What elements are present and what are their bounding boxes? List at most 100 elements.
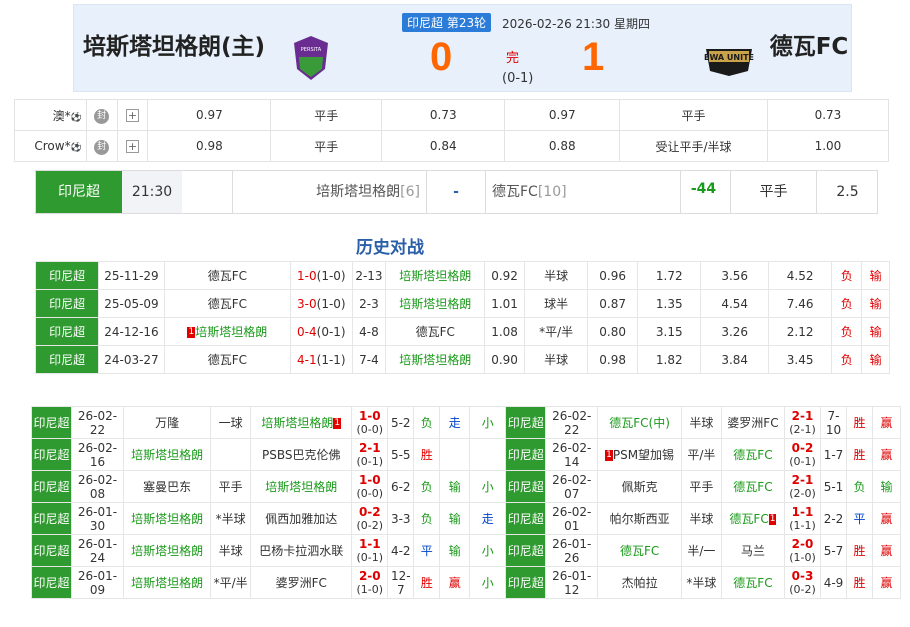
plus-icon[interactable]: + — [125, 109, 139, 122]
h2h-score[interactable]: 4-1(1-1) — [290, 345, 353, 374]
away-recent-score[interactable]: 2-1 (2-1) — [784, 406, 821, 439]
h2h-score[interactable]: 3-0(1-0) — [290, 289, 353, 318]
h2h-away[interactable]: 培斯塔坦格朗 — [385, 345, 486, 374]
h2h-home[interactable]: 德瓦FC — [163, 289, 292, 318]
h2h-away[interactable]: 培斯塔坦格朗 — [385, 261, 486, 290]
away-recent-score[interactable]: 2-1 (2-0) — [784, 470, 821, 503]
away-recent-away[interactable]: 婆罗洲FC — [720, 406, 786, 439]
home-recent-score[interactable]: 1-0 (0-0) — [351, 406, 389, 439]
league-round-badge[interactable]: 印尼超 第23轮 — [402, 13, 492, 32]
home-recent-home[interactable]: 万隆 — [122, 406, 212, 439]
home-recent-pan: 输 — [439, 534, 471, 567]
away-recent-away[interactable]: 德瓦FC1 — [720, 502, 786, 535]
team-name: 培斯塔坦格朗 — [265, 480, 338, 494]
away-recent-home[interactable]: 德瓦FC(中) — [597, 406, 682, 439]
home-recent-home[interactable]: 培斯塔坦格朗 — [122, 438, 212, 471]
team-name: 马兰 — [740, 544, 765, 558]
away-recent-pan: 赢 — [872, 406, 901, 439]
h2h-league[interactable]: 印尼超 — [34, 289, 100, 318]
home-recent-corner: 5-2 — [387, 406, 415, 439]
away-recent-away[interactable]: 德瓦FC — [720, 470, 786, 503]
home-recent-league[interactable]: 印尼超 — [31, 470, 72, 503]
home-recent-away[interactable]: 培斯塔坦格朗 — [250, 470, 353, 503]
away-recent-home[interactable]: 德瓦FC — [597, 534, 682, 567]
home-recent-away[interactable]: 巴杨卡拉泗水联 — [250, 534, 353, 567]
home-recent-home[interactable]: 培斯塔坦格朗 — [122, 502, 212, 535]
home-recent-pan: 走 — [439, 406, 471, 439]
home-recent-away[interactable]: 婆罗洲FC — [250, 566, 353, 599]
h2h-league[interactable]: 印尼超 — [34, 261, 100, 290]
away-recent-score[interactable]: 1-1 (1-1) — [784, 502, 821, 535]
odds-company[interactable]: Crow*⚽ — [14, 130, 87, 162]
bar-away[interactable]: 德瓦FC[10] — [486, 171, 680, 213]
home-recent-score[interactable]: 2-1 (0-1) — [351, 438, 389, 471]
home-recent-home[interactable]: 培斯塔坦格朗 — [122, 566, 212, 599]
away-recent-handicap: 平手 — [680, 470, 722, 503]
h2h-euro1: 1.35 — [636, 289, 702, 318]
h2h-overunder: 输 — [861, 345, 890, 374]
home-recent-league[interactable]: 印尼超 — [31, 534, 72, 567]
home-recent-handicap: 一球 — [210, 406, 252, 439]
home-recent-home[interactable]: 塞曼巴东 — [122, 470, 212, 503]
away-recent-score[interactable]: 2-0 (1-0) — [784, 534, 821, 567]
home-recent-score[interactable]: 1-1 (0-1) — [351, 534, 389, 567]
closed-icon-cell: 封 — [85, 99, 118, 131]
h2h-odds2: 0.87 — [587, 289, 638, 318]
away-recent-score[interactable]: 0-3 (0-2) — [784, 566, 821, 599]
away-recent-away[interactable]: 马兰 — [720, 534, 786, 567]
home-recent-league[interactable]: 印尼超 — [31, 438, 72, 471]
away-recent-corner: 5-1 — [820, 470, 847, 503]
home-recent-league[interactable]: 印尼超 — [31, 566, 72, 599]
home-recent-pan: 输 — [439, 470, 471, 503]
away-recent-home[interactable]: 杰帕拉 — [597, 566, 682, 599]
away-recent-date: 26-02-14 — [545, 438, 599, 471]
home-recent-home[interactable]: 培斯塔坦格朗 — [122, 534, 212, 567]
h2h-home[interactable]: 1培斯塔坦格朗 — [163, 317, 292, 346]
away-team-name[interactable]: 德瓦FC — [764, 27, 854, 61]
home-recent-league[interactable]: 印尼超 — [31, 502, 72, 535]
home-recent-corner: 12-7 — [387, 566, 415, 599]
bar-home[interactable]: 培斯塔坦格朗[6] — [232, 171, 426, 213]
home-team-name[interactable]: 培斯塔坦格朗(主) — [74, 27, 274, 61]
expand-cell[interactable]: + — [116, 130, 149, 162]
home-recent-away[interactable]: 佩西加雅加达 — [250, 502, 353, 535]
odds-company[interactable]: 澳*⚽ — [14, 99, 87, 131]
half-score: (0-1) — [356, 550, 384, 564]
h2h-away[interactable]: 培斯塔坦格朗 — [385, 289, 486, 318]
away-recent-away[interactable]: 德瓦FC — [720, 566, 786, 599]
home-recent-away[interactable]: PSBS巴克伦佛 — [250, 438, 353, 471]
home-recent-away[interactable]: 培斯塔坦格朗1 — [250, 406, 353, 439]
h2h-euro2: 3.56 — [700, 261, 769, 290]
h2h-score[interactable]: 1-0(1-0) — [290, 261, 353, 290]
h2h-home[interactable]: 德瓦FC — [163, 261, 292, 290]
home-recent-league[interactable]: 印尼超 — [31, 406, 72, 439]
away-recent-home[interactable]: 1PSM望加锡 — [597, 438, 682, 471]
away-recent-score[interactable]: 0-2 (0-1) — [784, 438, 821, 471]
h2h-league[interactable]: 印尼超 — [34, 345, 100, 374]
away-recent-league[interactable]: 印尼超 — [505, 470, 547, 503]
away-recent-league[interactable]: 印尼超 — [505, 502, 547, 535]
home-recent-score[interactable]: 1-0 (0-0) — [351, 470, 389, 503]
away-recent-home[interactable]: 佩斯克 — [597, 470, 682, 503]
away-recent-away[interactable]: 德瓦FC — [720, 438, 786, 471]
odds-h1: 平手 — [270, 130, 383, 162]
home-recent-result: 平 — [413, 534, 441, 567]
away-recent-home[interactable]: 帕尔斯西亚 — [597, 502, 682, 535]
h2h-home[interactable]: 德瓦FC — [163, 345, 292, 374]
bar-league[interactable]: 印尼超 — [36, 171, 122, 213]
away-recent-league[interactable]: 印尼超 — [505, 438, 547, 471]
h2h-score[interactable]: 0-4(0-1) — [290, 317, 353, 346]
expand-cell[interactable]: + — [116, 99, 149, 131]
h2h-away[interactable]: 德瓦FC — [385, 317, 486, 346]
away-recent-league[interactable]: 印尼超 — [505, 566, 547, 599]
odds-v2: 0.84 — [381, 130, 506, 162]
plus-icon[interactable]: + — [125, 140, 139, 153]
away-recent-league[interactable]: 印尼超 — [505, 406, 547, 439]
away-recent-league[interactable]: 印尼超 — [505, 534, 547, 567]
home-recent-score[interactable]: 0-2 (0-2) — [351, 502, 389, 535]
home-recent-score[interactable]: 2-0 (1-0) — [351, 566, 389, 599]
h2h-league[interactable]: 印尼超 — [34, 317, 100, 346]
full-score: 0-2 — [791, 440, 814, 455]
team-name: 婆罗洲FC — [275, 576, 327, 590]
home-recent-result: 负 — [413, 470, 441, 503]
